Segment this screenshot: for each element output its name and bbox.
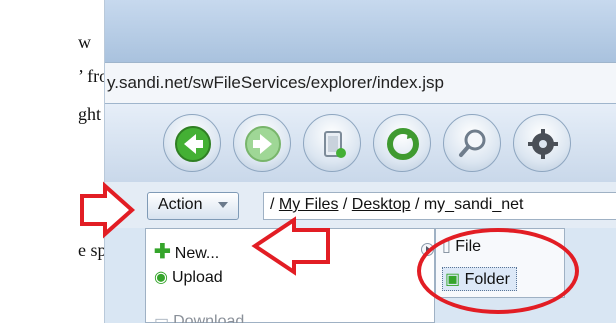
red-arrow-to-action-icon (80, 181, 136, 239)
red-arrow-to-new-icon (251, 216, 330, 276)
red-circle-highlight (417, 228, 579, 314)
